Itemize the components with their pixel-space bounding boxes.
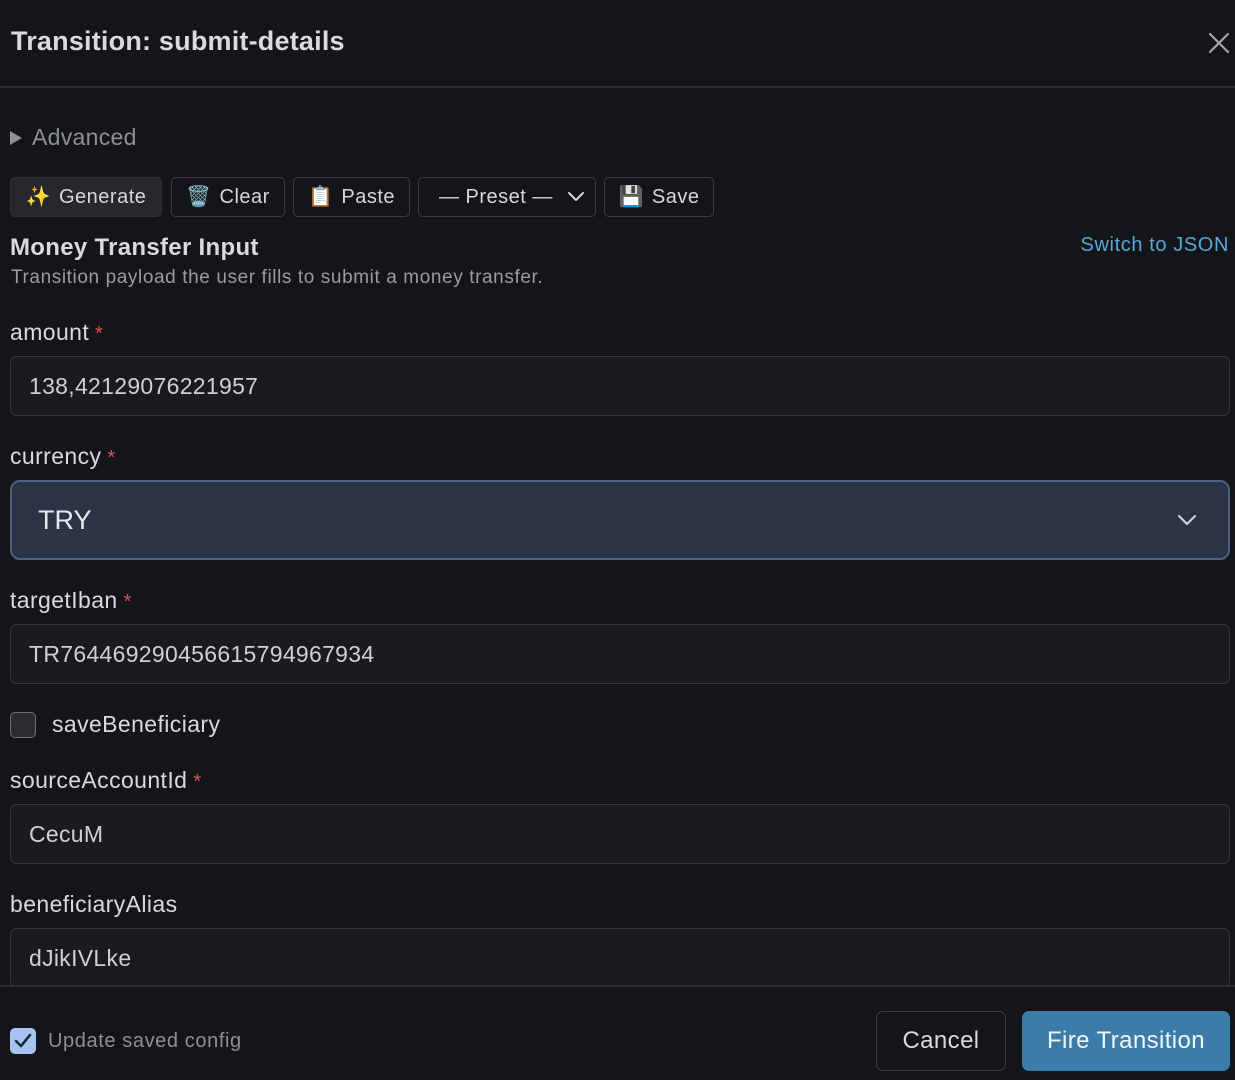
currency-value: TRY (38, 504, 92, 535)
amount-label: amount * (10, 319, 103, 346)
clear-button[interactable]: 🗑️ Clear (171, 177, 285, 217)
beneficiary-alias-input[interactable]: dJikIVLke (10, 928, 1230, 985)
save-label: Save (651, 185, 700, 208)
caret-right-icon (10, 130, 22, 145)
currency-select[interactable]: TRY (10, 480, 1230, 560)
close-button[interactable] (1206, 30, 1232, 56)
save-button[interactable]: 💾 Save (604, 177, 714, 217)
cancel-button[interactable]: Cancel (876, 1011, 1006, 1071)
beneficiary-alias-label: beneficiaryAlias (10, 891, 177, 918)
floppy-disk-icon: 💾 (618, 186, 644, 208)
currency-label-text: currency (10, 443, 102, 469)
preset-label: — Preset — (439, 185, 553, 208)
required-marker: * (107, 447, 116, 469)
generate-label: Generate (59, 185, 147, 208)
paste-label: Paste (341, 185, 396, 208)
source-account-id-input[interactable]: CecuM (10, 804, 1230, 864)
target-iban-label-text: targetIban (10, 587, 118, 613)
amount-label-text: amount (10, 319, 90, 345)
form-description: Transition payload the user fills to sub… (11, 267, 544, 288)
checkmark-icon (14, 1033, 32, 1048)
required-marker: * (193, 771, 202, 793)
currency-label: currency * (10, 443, 116, 470)
required-marker: * (123, 591, 132, 613)
close-icon (1208, 32, 1230, 54)
sparkles-icon: ✨ (25, 186, 51, 208)
form-title: Money Transfer Input (10, 234, 259, 261)
update-saved-config-label: Update saved config (48, 1029, 242, 1052)
source-account-id-label-text: sourceAccountId (10, 767, 188, 793)
update-saved-config-checkbox[interactable] (10, 1028, 36, 1054)
dialog-footer: Update saved config Cancel Fire Transiti… (0, 985, 1235, 1080)
chevron-down-icon (568, 192, 584, 201)
chevron-down-icon (1177, 514, 1197, 526)
switch-to-json-link[interactable]: Switch to JSON (1081, 234, 1229, 257)
clipboard-icon: 📋 (307, 186, 334, 208)
dialog-title: Transition: submit-details (11, 26, 345, 56)
preset-select[interactable]: — Preset — (418, 177, 596, 217)
update-saved-config-row: Update saved config (10, 1028, 242, 1054)
fire-transition-button[interactable]: Fire Transition (1022, 1011, 1230, 1071)
save-beneficiary-label: saveBeneficiary (52, 711, 221, 737)
transition-dialog: Transition: submit-details Advanced ✨ Ge… (0, 0, 1235, 1080)
save-beneficiary-checkbox[interactable] (10, 711, 36, 738)
target-iban-input[interactable]: TR764469290456615794967934 (10, 624, 1230, 684)
amount-input[interactable]: 138,42129076221957 (10, 356, 1230, 416)
required-marker: * (95, 323, 104, 345)
dialog-header: Transition: submit-details (0, 0, 1235, 88)
generate-button[interactable]: ✨ Generate (10, 177, 162, 217)
trash-icon: 🗑️ (186, 186, 212, 208)
beneficiary-alias-label-text: beneficiaryAlias (10, 891, 178, 917)
dialog-body: Advanced ✨ Generate 🗑️ Clear 📋 Paste — P… (0, 88, 1235, 985)
save-beneficiary-row: saveBeneficiary (10, 711, 220, 738)
target-iban-label: targetIban * (10, 587, 132, 614)
advanced-toggle[interactable]: Advanced (10, 124, 137, 151)
source-account-id-label: sourceAccountId * (10, 767, 202, 794)
clear-label: Clear (219, 185, 270, 208)
advanced-label: Advanced (32, 124, 137, 150)
paste-button[interactable]: 📋 Paste (293, 177, 410, 217)
